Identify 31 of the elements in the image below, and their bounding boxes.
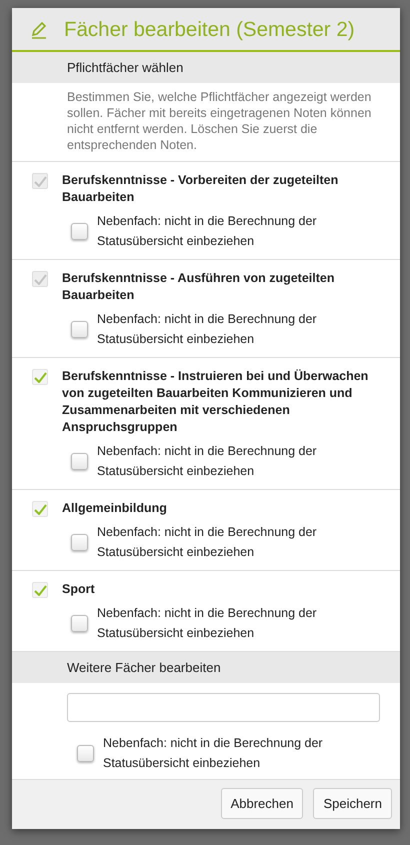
checkbox[interactable] — [32, 582, 48, 598]
checkbox[interactable] — [77, 744, 94, 762]
subject-label: Allgemeinbildung — [62, 500, 167, 517]
checkmark-icon — [34, 274, 46, 284]
dialog-title: Fächer bearbeiten (Semester 2) — [64, 18, 355, 42]
subject-input-field[interactable] — [67, 693, 380, 722]
section-heading: Pflichtfächer wählen — [12, 52, 400, 83]
subject-label: Berufskenntnisse - Ausführen von zugeteilten Bauarbeiten — [62, 270, 336, 304]
checkmark-icon — [34, 372, 46, 382]
save-button[interactable]: Speichern — [313, 788, 392, 819]
section-heading: Weitere Fächer bearbeiten — [12, 652, 400, 683]
pencil-icon — [30, 21, 48, 39]
checkbox-label: Nebenfach: nicht in die Berechnung der Statusübersicht einbeziehen — [97, 213, 318, 250]
checkbox-label: Nebenfach: nicht in die Berechnung der Statusübersicht einbeziehen — [97, 443, 318, 480]
checkmark-icon — [34, 584, 46, 596]
checkbox[interactable] — [71, 534, 88, 550]
checkbox-label: Nebenfach: nicht in die Berechnung der Statusübersicht einbeziehen — [97, 524, 318, 561]
checkbox-label: Nebenfach: nicht in die Berechnung der Statusübersicht einbeziehen — [103, 735, 324, 772]
checkbox[interactable] — [32, 501, 48, 517]
checkbox-label: Nebenfach: nicht in die Berechnung der Statusübersicht einbeziehen — [97, 605, 318, 642]
checkbox-label: Nebenfach: nicht in die Berechnung der Statusübersicht einbeziehen — [97, 311, 318, 348]
checkbox[interactable] — [71, 452, 88, 470]
subject-label: Sport — [62, 581, 95, 598]
subject-label: Berufskenntnisse - Instruieren bei und Überwachen von zugeteilten Bauarbeiten Kommunizieren und Zusammenarbeiten mit verschiedenen Anspruchsgruppen — [62, 368, 370, 436]
cancel-button[interactable]: Abbrechen — [220, 788, 304, 819]
subject-label: Berufskenntnisse - Vorbereiten der zugeteilten Bauarbeiten — [62, 172, 340, 206]
checkmark-icon — [34, 504, 46, 514]
checkbox[interactable] — [71, 614, 88, 632]
checkbox[interactable] — [32, 369, 48, 385]
checkmark-icon — [34, 176, 46, 186]
description-text: Bestimmen Sie, welche Pflichtfächer angezeigt werden sollen. Fächer mit bereits eingetragenen Noten können nicht entfernt werden. Löschen Sie zuerst die entsprechenden Noten. — [12, 83, 400, 162]
